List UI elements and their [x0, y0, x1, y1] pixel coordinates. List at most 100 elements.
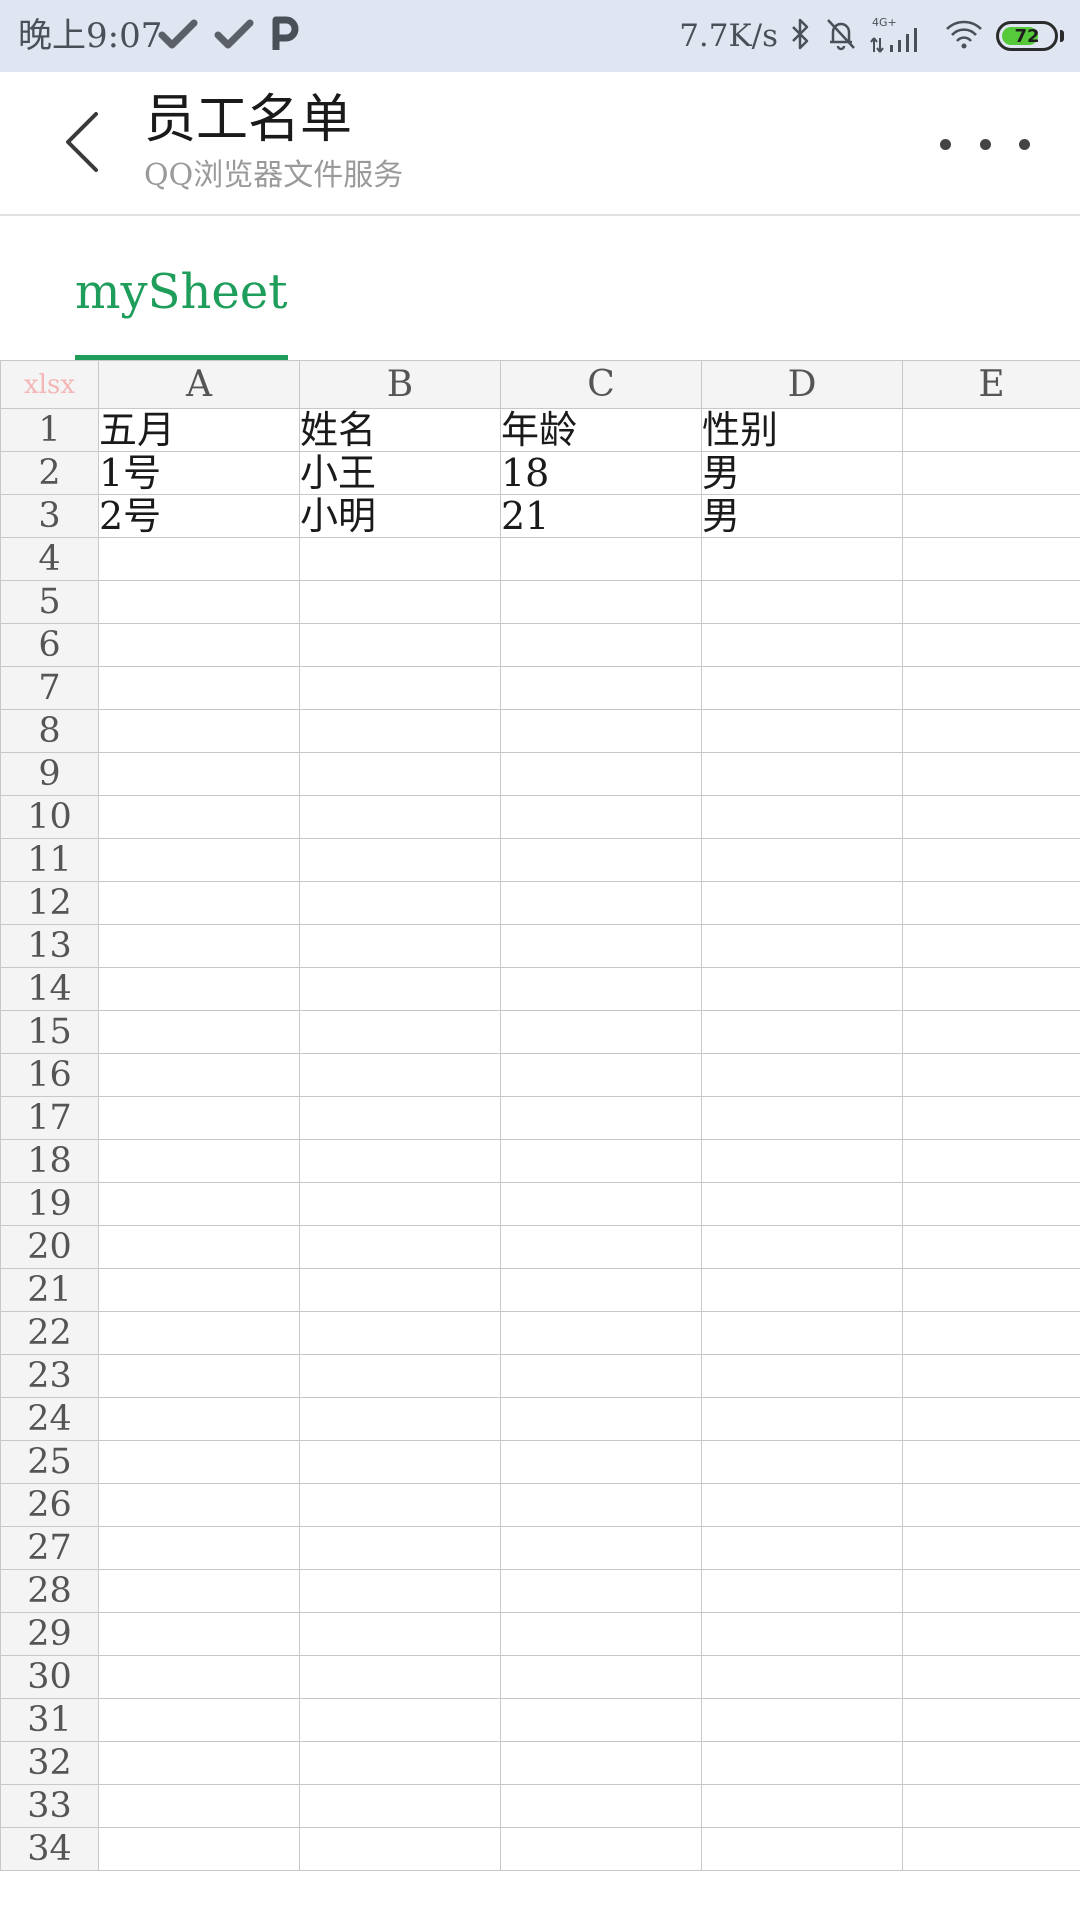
grid-cell[interactable]	[701, 1827, 903, 1871]
grid-cell[interactable]	[500, 580, 702, 624]
row-header[interactable]: 26	[0, 1483, 99, 1527]
grid-cell[interactable]	[299, 1096, 501, 1140]
grid-cell[interactable]	[701, 967, 903, 1011]
grid-cell[interactable]	[299, 537, 501, 581]
grid-cell[interactable]	[98, 1784, 300, 1828]
grid-cell[interactable]	[902, 1268, 1080, 1312]
column-header[interactable]: A	[98, 360, 300, 409]
row-header[interactable]: 13	[0, 924, 99, 968]
grid-cell[interactable]	[902, 451, 1080, 495]
grid-cell[interactable]	[299, 1354, 501, 1398]
grid-cell[interactable]	[299, 1053, 501, 1097]
row-header[interactable]: 15	[0, 1010, 99, 1054]
grid-cell[interactable]	[299, 1010, 501, 1054]
grid-cell[interactable]: 小明	[299, 494, 501, 538]
grid-cell[interactable]	[902, 1569, 1080, 1613]
grid-cell[interactable]	[500, 709, 702, 753]
grid-cell[interactable]	[500, 1354, 702, 1398]
grid-cell[interactable]	[701, 795, 903, 839]
grid-cell[interactable]	[500, 1182, 702, 1226]
row-header[interactable]: 24	[0, 1397, 99, 1441]
grid-cell[interactable]	[701, 1569, 903, 1613]
grid-cell[interactable]	[98, 924, 300, 968]
grid-cell[interactable]	[98, 1440, 300, 1484]
row-header[interactable]: 10	[0, 795, 99, 839]
grid-cell[interactable]	[701, 1311, 903, 1355]
grid-cell[interactable]	[299, 1569, 501, 1613]
grid-cell[interactable]	[902, 537, 1080, 581]
grid-cell[interactable]	[902, 1483, 1080, 1527]
grid-cell[interactable]: 男	[701, 494, 903, 538]
grid-cell[interactable]: 2号	[98, 494, 300, 538]
grid-cell[interactable]	[701, 1655, 903, 1699]
spreadsheet-grid[interactable]: xlsx ABCDE 1 五月 姓名 年龄 性别 2 1号 小王 18 男 3 2号 小明 21 男 4 5 6 7…	[0, 360, 1080, 1920]
grid-cell[interactable]: 姓名	[299, 408, 501, 452]
grid-cell[interactable]	[500, 623, 702, 667]
row-header[interactable]: 31	[0, 1698, 99, 1742]
row-header[interactable]: 6	[0, 623, 99, 667]
grid-cell[interactable]	[701, 1440, 903, 1484]
grid-cell[interactable]	[500, 1698, 702, 1742]
sheet-tab-mysheet[interactable]: mySheet	[75, 262, 288, 360]
grid-cell[interactable]	[98, 1741, 300, 1785]
grid-cell[interactable]	[902, 580, 1080, 624]
grid-cell[interactable]	[299, 838, 501, 882]
grid-cell[interactable]	[299, 881, 501, 925]
grid-cell[interactable]	[299, 1311, 501, 1355]
grid-cell[interactable]	[500, 795, 702, 839]
grid-cell[interactable]	[98, 1053, 300, 1097]
grid-cell[interactable]	[500, 838, 702, 882]
grid-cell[interactable]	[902, 1053, 1080, 1097]
grid-cell[interactable]	[500, 1053, 702, 1097]
row-header[interactable]: 16	[0, 1053, 99, 1097]
grid-cell[interactable]	[701, 1010, 903, 1054]
grid-cell[interactable]	[500, 924, 702, 968]
grid-cell[interactable]	[299, 1139, 501, 1183]
row-header[interactable]: 14	[0, 967, 99, 1011]
grid-cell[interactable]: 1号	[98, 451, 300, 495]
grid-cell[interactable]	[500, 1440, 702, 1484]
grid-cell[interactable]	[299, 623, 501, 667]
grid-cell[interactable]	[902, 1010, 1080, 1054]
grid-cell[interactable]	[902, 1311, 1080, 1355]
grid-cell[interactable]	[500, 1741, 702, 1785]
grid-cell[interactable]	[500, 1397, 702, 1441]
row-header[interactable]: 1	[0, 408, 99, 452]
grid-cell[interactable]	[98, 1827, 300, 1871]
row-header[interactable]: 18	[0, 1139, 99, 1183]
row-header[interactable]: 34	[0, 1827, 99, 1871]
grid-cell[interactable]	[701, 537, 903, 581]
grid-cell[interactable]	[98, 752, 300, 796]
grid-cell[interactable]	[98, 666, 300, 710]
grid-cell[interactable]	[902, 1139, 1080, 1183]
row-header[interactable]: 32	[0, 1741, 99, 1785]
grid-cell[interactable]	[299, 752, 501, 796]
grid-cell[interactable]	[701, 1483, 903, 1527]
grid-cell[interactable]	[902, 967, 1080, 1011]
grid-cell[interactable]	[299, 1827, 501, 1871]
grid-cell[interactable]	[299, 1655, 501, 1699]
row-header[interactable]: 9	[0, 752, 99, 796]
column-header[interactable]: D	[701, 360, 903, 409]
row-header[interactable]: 7	[0, 666, 99, 710]
grid-cell[interactable]	[299, 1225, 501, 1269]
row-header[interactable]: 29	[0, 1612, 99, 1656]
grid-cell[interactable]	[500, 1096, 702, 1140]
row-header[interactable]: 30	[0, 1655, 99, 1699]
grid-cell[interactable]	[299, 1612, 501, 1656]
grid-cell[interactable]	[500, 967, 702, 1011]
grid-cell[interactable]	[701, 1053, 903, 1097]
grid-cell[interactable]	[701, 1182, 903, 1226]
row-header[interactable]: 11	[0, 838, 99, 882]
grid-cell[interactable]	[902, 408, 1080, 452]
grid-cell[interactable]	[98, 881, 300, 925]
grid-cell[interactable]	[98, 1010, 300, 1054]
grid-cell[interactable]	[902, 1225, 1080, 1269]
grid-cell[interactable]	[299, 1397, 501, 1441]
grid-cell[interactable]	[902, 881, 1080, 925]
grid-cell[interactable]	[98, 709, 300, 753]
grid-cell[interactable]	[98, 537, 300, 581]
row-header[interactable]: 27	[0, 1526, 99, 1570]
grid-cell[interactable]	[701, 1268, 903, 1312]
grid-cell[interactable]	[299, 1741, 501, 1785]
